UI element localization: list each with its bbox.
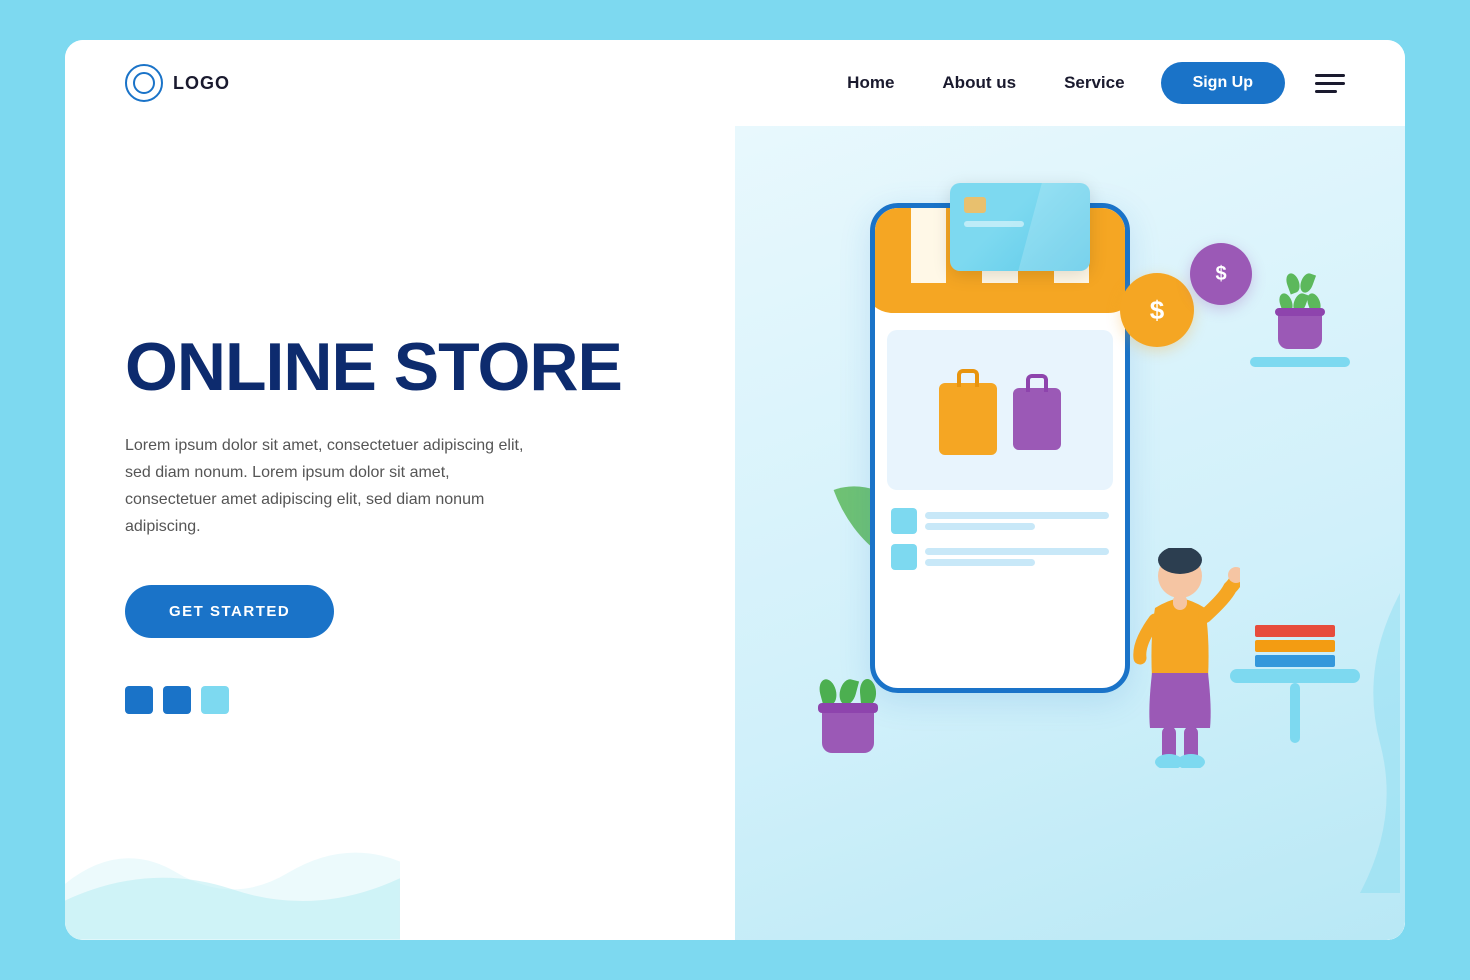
table-top	[1230, 669, 1360, 683]
navbar: LOGO Home About us Service Sign Up	[65, 40, 1405, 126]
illustration-area: $ $	[770, 173, 1370, 893]
shopping-bag-orange	[939, 383, 997, 455]
main-content: ONLINE STORE Lorem ipsum dolor sit amet,…	[65, 126, 1405, 940]
nav-about[interactable]: About us	[942, 73, 1016, 93]
wave-decoration	[65, 828, 400, 940]
phone-screen	[875, 318, 1125, 586]
books-stack	[1255, 625, 1335, 667]
dot-3	[201, 686, 229, 714]
shelf-board	[1250, 357, 1350, 367]
signup-button[interactable]: Sign Up	[1161, 62, 1285, 104]
screen-item-2	[891, 544, 1109, 570]
dot-1	[125, 686, 153, 714]
hero-description: Lorem ipsum dolor sit amet, consectetuer…	[125, 432, 545, 541]
nav-home[interactable]: Home	[847, 73, 894, 93]
dot-2	[163, 686, 191, 714]
screen-products	[887, 330, 1113, 490]
character-illustration	[1120, 548, 1240, 773]
nav-service[interactable]: Service	[1064, 73, 1125, 93]
screen-items-list	[887, 504, 1113, 574]
left-panel: ONLINE STORE Lorem ipsum dolor sit amet,…	[65, 126, 735, 940]
right-panel: $ $	[735, 126, 1405, 940]
table-area	[1230, 669, 1360, 743]
get-started-button[interactable]: GET STARTED	[125, 585, 334, 638]
plant-right	[1250, 273, 1350, 349]
table-leg	[1290, 683, 1300, 743]
nav-links: Home About us Service	[847, 73, 1124, 93]
hamburger-menu[interactable]	[1315, 74, 1345, 93]
logo-area: LOGO	[125, 64, 230, 102]
coin-dollar-2: $	[1190, 243, 1252, 305]
logo-icon	[125, 64, 163, 102]
logo-text: LOGO	[173, 73, 230, 94]
coin-dollar-1: $	[1120, 273, 1194, 347]
dots-decoration	[125, 686, 675, 714]
hero-title: ONLINE STORE	[125, 332, 675, 403]
credit-card-illustration	[950, 183, 1090, 271]
phone-mockup	[870, 203, 1130, 693]
card-chip	[964, 197, 986, 213]
shelf-area	[1250, 273, 1350, 377]
main-card: LOGO Home About us Service Sign Up ONLIN…	[65, 40, 1405, 940]
shopping-bag-purple	[1013, 388, 1061, 450]
screen-item-1	[891, 508, 1109, 534]
plant-left	[820, 679, 876, 753]
